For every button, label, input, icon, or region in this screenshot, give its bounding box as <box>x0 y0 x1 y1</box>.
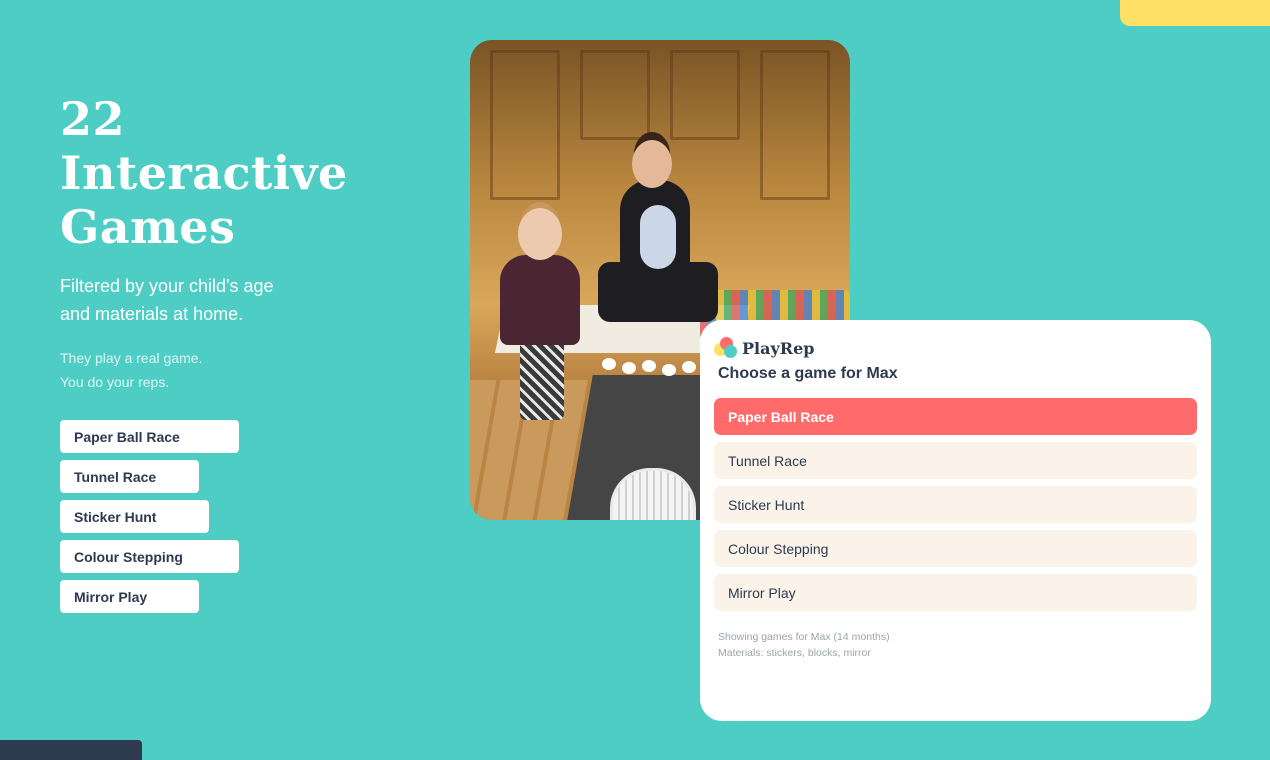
hero-tagline-line: You do your reps. <box>60 374 170 390</box>
hero-title-line: Interactive <box>60 146 348 200</box>
wall-panel <box>760 50 830 200</box>
game-option-sticker-hunt[interactable]: Sticker Hunt <box>714 486 1197 523</box>
wall-panel <box>670 50 740 140</box>
game-option-paper-ball-race[interactable]: Paper Ball Race <box>714 398 1197 435</box>
hero-subtitle-line: and materials at home. <box>60 304 244 324</box>
hero-title-line: Games <box>60 200 236 254</box>
hero-tagline-line: They play a real game. <box>60 350 203 366</box>
hero-tagline: They play a real game. You do your reps. <box>60 346 320 394</box>
photo-baby <box>640 205 676 269</box>
card-title: Choose a game for Max <box>718 365 898 382</box>
filter-summary: Showing games for Max (14 months) Materi… <box>718 629 890 661</box>
corner-decoration-navy <box>0 740 142 760</box>
game-pill-mirror-play[interactable]: Mirror Play <box>60 580 199 613</box>
corner-decoration-yellow <box>1120 0 1270 26</box>
game-pill-tunnel-race[interactable]: Tunnel Race <box>60 460 199 493</box>
wall-panel <box>490 50 560 200</box>
photo-child <box>518 208 562 260</box>
game-option-tunnel-race[interactable]: Tunnel Race <box>714 442 1197 479</box>
game-pill-sticker-hunt[interactable]: Sticker Hunt <box>60 500 209 533</box>
photo-child <box>500 255 580 345</box>
game-pill-paper-ball-race[interactable]: Paper Ball Race <box>60 420 239 453</box>
hero-title-line: 22 <box>60 92 126 146</box>
game-option-colour-stepping[interactable]: Colour Stepping <box>714 530 1197 567</box>
photo-adult <box>632 140 672 188</box>
game-option-mirror-play[interactable]: Mirror Play <box>714 574 1197 611</box>
hero-title: 22 Interactive Games <box>60 92 400 254</box>
playrep-logo-icon <box>714 337 738 359</box>
hero-subtitle: Filtered by your child's age and materia… <box>60 272 320 328</box>
filter-summary-age: Showing games for Max (14 months) <box>718 631 890 643</box>
filter-summary-materials: Materials: stickers, blocks, mirror <box>718 647 871 659</box>
photo-child <box>520 340 564 420</box>
game-pill-list: Paper Ball Race Tunnel Race Sticker Hunt… <box>60 420 239 620</box>
hero-subtitle-line: Filtered by your child's age <box>60 276 274 296</box>
brand-name: PlayRep <box>742 338 815 358</box>
game-option-list: Paper Ball Race Tunnel Race Sticker Hunt… <box>714 398 1197 618</box>
photo-adult <box>598 262 718 322</box>
brand: PlayRep <box>714 337 814 359</box>
wall-panel <box>580 50 650 140</box>
game-chooser-card: PlayRep Choose a game for Max Paper Ball… <box>700 320 1211 721</box>
game-pill-colour-stepping[interactable]: Colour Stepping <box>60 540 239 573</box>
